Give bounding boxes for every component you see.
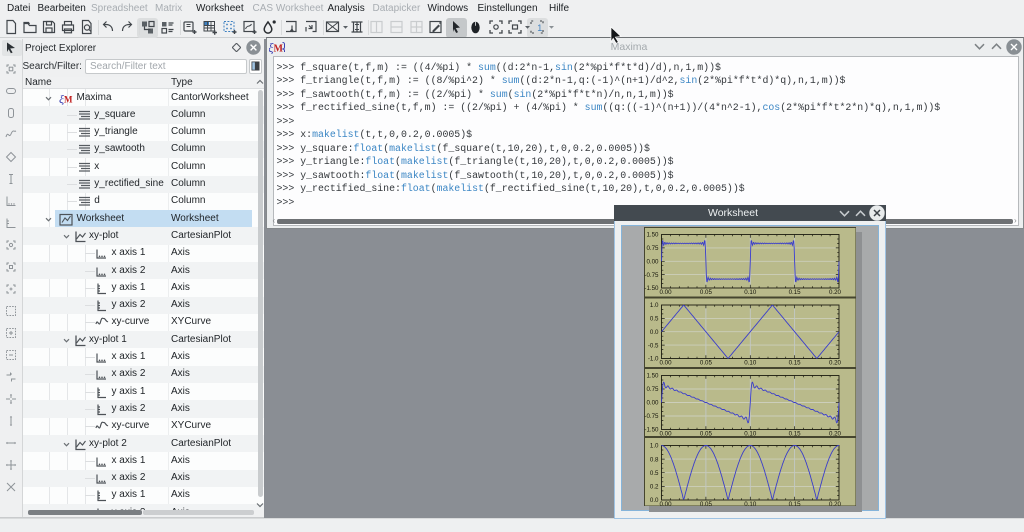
svg-text:0.20: 0.20: [828, 501, 841, 506]
svg-text:-0.5: -0.5: [647, 342, 658, 349]
svg-text:M: M: [273, 44, 283, 55]
svg-text:0.10: 0.10: [744, 359, 757, 366]
svg-text:0.15: 0.15: [788, 359, 801, 366]
svg-text:0.05: 0.05: [699, 359, 712, 366]
svg-text:M: M: [64, 94, 73, 104]
svg-text:0.0: 0.0: [649, 497, 658, 504]
svg-text:1.50: 1.50: [646, 231, 659, 238]
svg-text:0.20: 0.20: [828, 430, 841, 437]
svg-text:1.50: 1.50: [646, 372, 659, 379]
svg-text:0.15: 0.15: [788, 289, 801, 296]
svg-text:1: 1: [537, 23, 542, 33]
svg-text:-0.75: -0.75: [644, 271, 659, 278]
svg-text:0.0: 0.0: [649, 328, 658, 335]
svg-text:0.5: 0.5: [649, 315, 658, 322]
svg-text:0.05: 0.05: [699, 430, 712, 437]
svg-text:0.00: 0.00: [659, 430, 672, 437]
svg-text:0.10: 0.10: [744, 289, 757, 296]
svg-text:-1.50: -1.50: [644, 426, 659, 433]
svg-text:0.00: 0.00: [659, 359, 672, 366]
svg-text:0.05: 0.05: [699, 289, 712, 296]
svg-text:0.15: 0.15: [788, 430, 801, 437]
svg-text:0.8: 0.8: [649, 456, 658, 463]
svg-text:0.75: 0.75: [646, 386, 659, 393]
svg-text:0.00: 0.00: [646, 258, 659, 265]
svg-text:0.15: 0.15: [788, 501, 801, 506]
svg-text:0.00: 0.00: [659, 289, 672, 296]
svg-text:0.00: 0.00: [659, 501, 672, 506]
svg-text:0.2: 0.2: [649, 483, 658, 490]
svg-text:-0.75: -0.75: [644, 413, 659, 420]
svg-text:0.5: 0.5: [649, 469, 658, 476]
svg-text:-1.50: -1.50: [644, 285, 659, 292]
svg-text:-1.0: -1.0: [647, 355, 658, 362]
svg-text:1.0: 1.0: [649, 442, 658, 449]
svg-text:0.75: 0.75: [646, 245, 659, 252]
svg-text:0.20: 0.20: [828, 289, 841, 296]
svg-text:0.10: 0.10: [744, 430, 757, 437]
svg-text:0.05: 0.05: [699, 501, 712, 506]
svg-text:0.10: 0.10: [744, 501, 757, 506]
svg-text:0.00: 0.00: [646, 399, 659, 406]
svg-text:1.0: 1.0: [649, 302, 658, 309]
svg-text:0.20: 0.20: [828, 359, 841, 366]
